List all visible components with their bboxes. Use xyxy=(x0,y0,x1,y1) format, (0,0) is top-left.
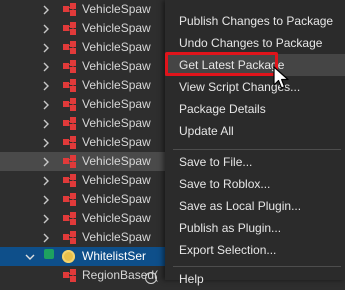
package-icon xyxy=(62,173,78,188)
package-icon xyxy=(62,192,78,207)
package-icon xyxy=(62,154,78,169)
menu-item-package-details[interactable]: Package Details xyxy=(165,98,345,120)
tree-item-label: VehicleSpaw xyxy=(82,40,151,54)
menu-item-update-all[interactable]: Update All xyxy=(165,120,345,142)
chevron-right-icon[interactable] xyxy=(40,0,52,19)
package-icon xyxy=(62,230,78,245)
chevron-right-icon[interactable] xyxy=(40,95,52,114)
package-icon xyxy=(62,97,78,112)
menu-item-save-as-local-plugin[interactable]: Save as Local Plugin... xyxy=(165,195,345,217)
tree-item-label: VehicleSpaw xyxy=(82,78,151,92)
chevron-down-icon[interactable] xyxy=(24,247,36,266)
tree-item-label: VehicleSpaw xyxy=(82,230,151,244)
package-icon xyxy=(62,211,78,226)
tree-item-label: VehicleSpaw xyxy=(82,192,151,206)
chevron-right-icon[interactable] xyxy=(40,57,52,76)
chevron-right-icon[interactable] xyxy=(40,228,52,247)
menu-item-publish-changes[interactable]: Publish Changes to Package xyxy=(165,10,345,32)
chevron-right-icon[interactable] xyxy=(40,38,52,57)
mouse-cursor-icon xyxy=(273,66,289,89)
tree-item-label: VehicleSpaw xyxy=(82,154,151,168)
context-menu: Publish Changes to Package Undo Changes … xyxy=(165,0,345,286)
menu-item-help[interactable]: Help xyxy=(165,268,345,290)
chevron-right-icon[interactable] xyxy=(40,19,52,38)
menu-separator xyxy=(173,149,341,150)
tree-item-label: VehicleSpaw xyxy=(82,97,151,111)
chevron-right-icon[interactable] xyxy=(40,190,52,209)
tree-item-label: VehicleSpaw xyxy=(82,21,151,35)
chevron-right-icon[interactable] xyxy=(40,114,52,133)
package-icon xyxy=(62,2,78,17)
tree-item-label: VehicleSpaw xyxy=(82,211,151,225)
menu-item-publish-as-plugin[interactable]: Publish as Plugin... xyxy=(165,217,345,239)
menu-item-view-script-changes[interactable]: View Script Changes... xyxy=(165,76,345,98)
package-icon xyxy=(62,40,78,55)
package-icon xyxy=(62,116,78,131)
package-icon xyxy=(62,78,78,93)
package-icon xyxy=(62,135,78,150)
chevron-right-icon[interactable] xyxy=(40,133,52,152)
tree-item-label: VehicleSpaw xyxy=(82,2,151,16)
package-badge-icon xyxy=(44,249,54,259)
tree-item-label: VehicleSpaw xyxy=(82,135,151,149)
package-icon xyxy=(62,268,78,283)
tree-item-label: WhitelistSer xyxy=(82,249,147,263)
chevron-right-icon[interactable] xyxy=(40,209,52,228)
tree-item-label: VehicleSpaw xyxy=(82,59,151,73)
menu-item-get-latest-package[interactable]: Get Latest Package xyxy=(165,52,345,76)
chevron-right-icon[interactable] xyxy=(40,152,52,171)
status-dot-icon xyxy=(145,272,157,284)
chevron-right-icon[interactable] xyxy=(40,171,52,190)
menu-item-undo-changes[interactable]: Undo Changes to Package xyxy=(165,32,345,54)
menu-item-save-to-roblox[interactable]: Save to Roblox... xyxy=(165,173,345,195)
chevron-right-icon[interactable] xyxy=(40,76,52,95)
package-icon xyxy=(62,59,78,74)
highlight-outline xyxy=(165,52,278,76)
tree-item-label: VehicleSpaw xyxy=(82,116,151,130)
script-icon xyxy=(62,250,75,263)
menu-separator xyxy=(173,266,341,267)
menu-item-save-to-file[interactable]: Save to File... xyxy=(165,151,345,173)
tree-item-label: VehicleSpaw xyxy=(82,173,151,187)
package-icon xyxy=(62,21,78,36)
menu-item-export-selection[interactable]: Export Selection... xyxy=(165,239,345,261)
